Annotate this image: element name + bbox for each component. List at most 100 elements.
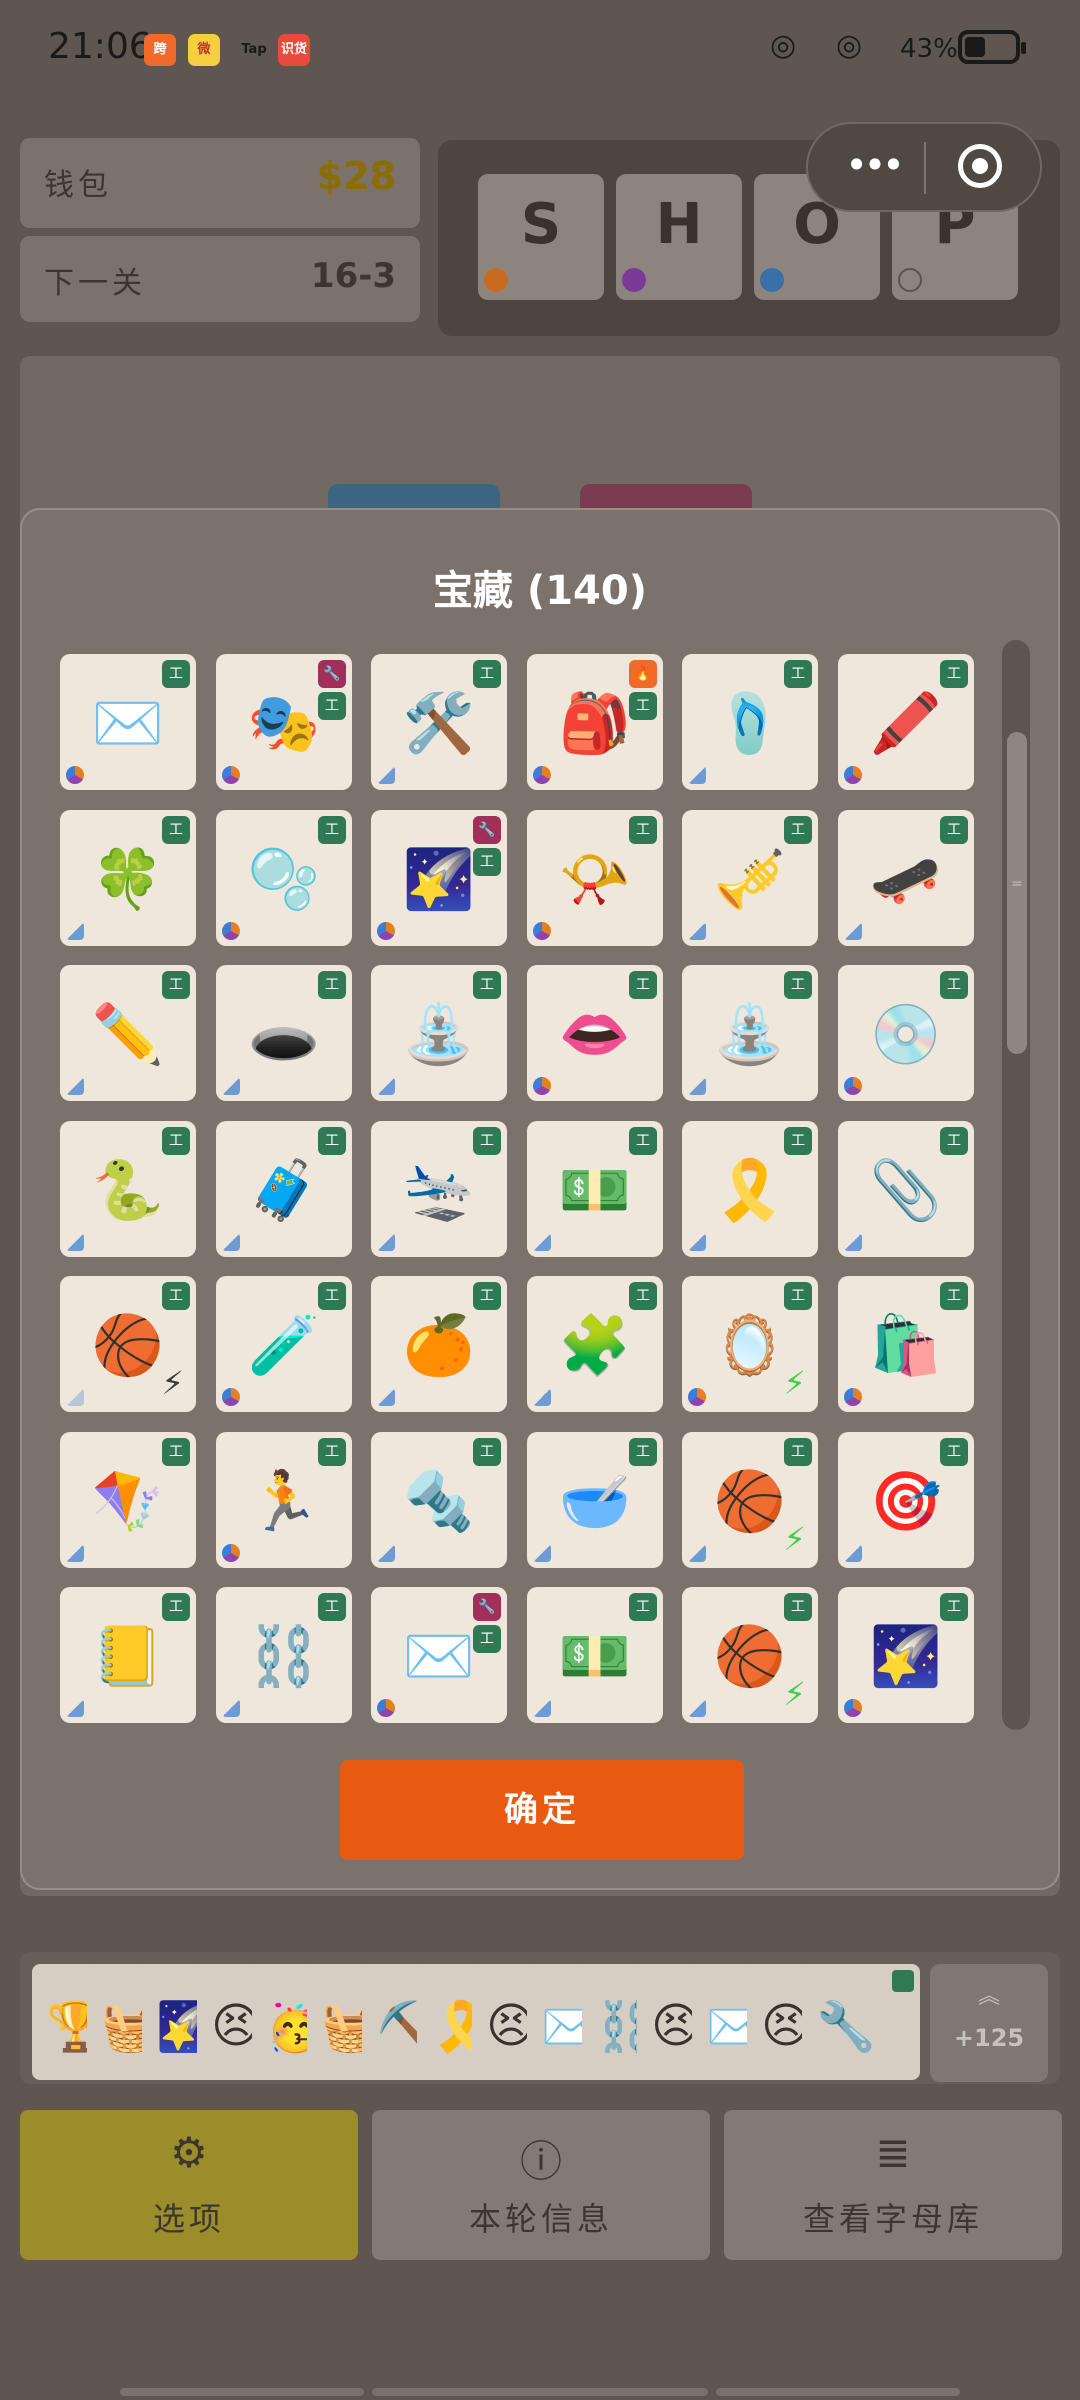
treasure-item-envelope[interactable]: ✉️ 工 [60, 654, 196, 790]
treasure-item-basketball[interactable]: 🏀 工 ⚡ [682, 1587, 818, 1723]
treasure-item-mirror[interactable]: 🪞 工 ⚡ [682, 1276, 818, 1412]
treasure-item-puzzle-piece[interactable]: 🧩 工 [527, 1276, 663, 1412]
tool-badge-icon: 工 [629, 1127, 657, 1155]
treasure-item-basketball[interactable]: 🏀 工 ⚡ [682, 1432, 818, 1568]
treasure-item-direct-hit[interactable]: 🎯 工 [838, 1432, 974, 1568]
test-tube-icon: 🧪 [247, 1311, 321, 1379]
tool-badge-icon: 工 [162, 971, 190, 999]
treasure-item-chains[interactable]: ⛓️ 工 [216, 1587, 352, 1723]
treasure-item-skateboard[interactable]: 🛹 工 [838, 810, 974, 946]
rarity-icon [688, 1077, 706, 1095]
letter-library-button[interactable]: ≣ 查看字母库 [724, 2110, 1062, 2260]
treasure-item-dollar-banknote[interactable]: 💵 工 [527, 1121, 663, 1257]
treasure-item-shopping-bags[interactable]: 🛍️ 工 [838, 1276, 974, 1412]
treasure-item-dollar-banknote[interactable]: 💵 工 [527, 1587, 663, 1723]
gear-icon: ⚙ [170, 2128, 208, 2177]
tool-badge-icon: 工 [318, 1593, 346, 1621]
rarity-icon [533, 766, 551, 784]
hand-card[interactable]: 🔧 [802, 1964, 920, 2080]
shop-letter: S [520, 192, 562, 257]
treasure-item-luggage[interactable]: 🧳 工 [216, 1121, 352, 1257]
rarity-icon [222, 1388, 240, 1406]
rarity-icon [844, 922, 862, 940]
tool-badge-icon: 工 [318, 692, 346, 720]
treasure-item-fountain[interactable]: ⛲ 工 [371, 965, 507, 1101]
treasure-item-mouth[interactable]: 👄 工 [527, 965, 663, 1101]
treasure-item-pencil[interactable]: ✏️ 工 [60, 965, 196, 1101]
treasure-item-tangerine[interactable]: 🍊 工 [371, 1276, 507, 1412]
treasure-item-crayon[interactable]: 🖍️ 工 [838, 654, 974, 790]
shop-tile-h[interactable]: H [616, 174, 742, 300]
treasure-item-paperclip[interactable]: 📎 工 [838, 1121, 974, 1257]
more-count: +125 [953, 2024, 1025, 2052]
rarity-icon [688, 1388, 706, 1406]
treasure-item-fountain[interactable]: ⛲ 工 [682, 965, 818, 1101]
treasure-item-runner[interactable]: 🏃 工 [216, 1432, 352, 1568]
treasure-item-nut-and-bolt[interactable]: 🔩 工 [371, 1432, 507, 1568]
treasure-item-ribbon[interactable]: 🎗️ 工 [682, 1121, 818, 1257]
tool-badge-icon: 工 [473, 1625, 501, 1653]
treasure-item-bowl-with-spoon[interactable]: 🥣 工 [527, 1432, 663, 1568]
wallet-label: 钱包 [44, 168, 112, 203]
treasure-item-performing-arts[interactable]: 🎭 🔧 工 [216, 654, 352, 790]
fountain-icon: ⛲ [713, 1000, 787, 1068]
treasure-item-snake[interactable]: 🐍 工 [60, 1121, 196, 1257]
fire-badge-icon: 🔥 [629, 660, 657, 688]
info-icon: ⓘ [519, 2137, 562, 2186]
treasure-item-four-leaf-clover[interactable]: 🍀 工 [60, 810, 196, 946]
tool-badge-icon: 工 [162, 816, 190, 844]
more-cards-button[interactable]: ︽ +125 [930, 1964, 1048, 2082]
treasure-item-hole[interactable]: 🕳️ 工 [216, 965, 352, 1101]
tool-badge-icon: 工 [162, 1438, 190, 1466]
tile-dot [484, 268, 508, 292]
four-leaf-clover-icon: 🍀 [91, 845, 165, 913]
rarity-icon [66, 922, 84, 940]
treasure-modal: 宝藏 (140) ✉️ 工 🎭 🔧 工 🛠️ 工 🎒 🔥 工 🩴 工 🖍️ 工 🍀 工 🫧 工 🌠 🔧 工 📯 工 🎺 工 🛹 工 ✏… [20, 508, 1060, 1890]
confirm-button[interactable]: 确定 [340, 1760, 744, 1860]
skateboard-icon: 🛹 [869, 845, 943, 913]
round-info-button[interactable]: ⓘ 本轮信息 [372, 2110, 710, 2260]
rarity-icon [66, 1077, 84, 1095]
treasure-item-trumpet[interactable]: 🎺 工 [682, 810, 818, 946]
tool-badge-icon: 工 [784, 660, 812, 688]
tool-badge-icon: 工 [940, 816, 968, 844]
treasure-item-hammer-and-wrench[interactable]: 🛠️ 工 [371, 654, 507, 790]
flip-flop-icon: 🩴 [713, 689, 787, 757]
treasure-item-envelope[interactable]: ✉️ 🔧 工 [371, 1587, 507, 1723]
treasure-item-backpack[interactable]: 🎒 🔥 工 [527, 654, 663, 790]
more-menu-icon[interactable]: ••• [838, 142, 908, 192]
treasure-item-optical-disc[interactable]: 💿 工 [838, 965, 974, 1101]
treasure-item-basketball[interactable]: 🏀 工 ⚡ [60, 1276, 196, 1412]
shooting-star-icon: 🌠 [869, 1622, 943, 1690]
lightning-icon: ⚡ [783, 1364, 806, 1402]
treasure-item-airplane-arrival[interactable]: 🛬 工 [371, 1121, 507, 1257]
treasure-item-flip-flop[interactable]: 🩴 工 [682, 654, 818, 790]
tool-badge-icon: 工 [940, 1282, 968, 1310]
rarity-icon [222, 1544, 240, 1562]
shop-tile-s[interactable]: S [478, 174, 604, 300]
treasure-item-shooting-star[interactable]: 🌠 工 [838, 1587, 974, 1723]
rarity-icon [533, 1544, 551, 1562]
wrench-badge-icon: 🔧 [318, 660, 346, 688]
tool-badge-icon: 工 [473, 1438, 501, 1466]
nav-bar-segment [716, 2388, 960, 2396]
treasure-item-postal-horn[interactable]: 📯 工 [527, 810, 663, 946]
treasure-item-bubbles[interactable]: 🫧 工 [216, 810, 352, 946]
treasure-item-shooting-star[interactable]: 🌠 🔧 工 [371, 810, 507, 946]
fountain-icon: ⛲ [402, 1000, 476, 1068]
rarity-icon [222, 922, 240, 940]
rarity-icon [533, 1077, 551, 1095]
tool-badge-icon: 工 [629, 692, 657, 720]
rarity-icon [688, 766, 706, 784]
app-icon-4: 识货 [278, 34, 310, 66]
scrollbar-thumb[interactable]: = [1007, 732, 1027, 1054]
treasure-item-kite[interactable]: 🪁 工 [60, 1432, 196, 1568]
treasure-item-test-tube[interactable]: 🧪 工 [216, 1276, 352, 1412]
treasure-item-ledger[interactable]: 📒 工 [60, 1587, 196, 1723]
rarity-icon [222, 1699, 240, 1717]
close-miniprogram-icon[interactable] [958, 144, 1002, 188]
options-button[interactable]: ⚙ 选项 [20, 2110, 358, 2260]
rarity-icon [688, 1233, 706, 1251]
runner-icon: 🏃 [247, 1467, 321, 1535]
rarity-icon [377, 1077, 395, 1095]
